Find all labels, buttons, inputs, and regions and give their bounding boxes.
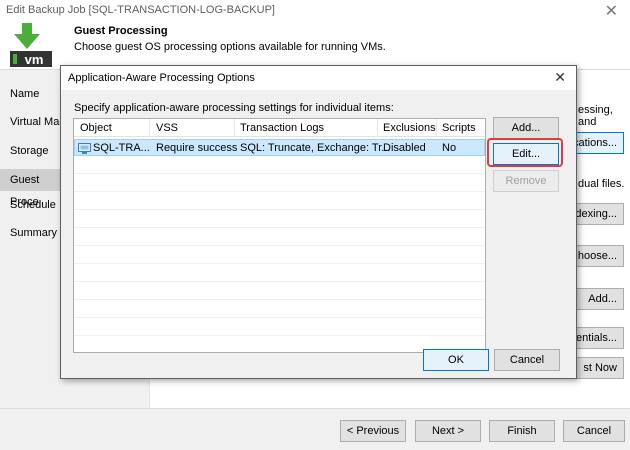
cancel-button[interactable]: Cancel <box>563 420 625 442</box>
cell-vss: Require success <box>156 142 238 154</box>
remove-button[interactable]: Remove <box>493 170 559 192</box>
column-separator <box>436 119 437 137</box>
previous-button[interactable]: < Previous <box>340 420 406 442</box>
column-header-vss[interactable]: VSS <box>156 122 178 134</box>
empty-row <box>74 193 485 210</box>
column-separator <box>377 119 378 137</box>
window-title: Edit Backup Job [SQL-TRANSACTION-LOG-BAC… <box>6 4 275 16</box>
empty-row <box>74 319 485 336</box>
page-title: Guest Processing <box>74 25 168 37</box>
add-button[interactable]: Add... <box>493 117 559 139</box>
empty-row <box>74 229 485 246</box>
ok-button[interactable]: OK <box>423 349 489 371</box>
bg-processing-text: essing, and <box>578 104 613 128</box>
list-header: Object VSS Transaction Logs Exclusions S… <box>74 119 485 137</box>
nav-item-summary[interactable]: Summary <box>10 227 57 239</box>
column-header-object[interactable]: Object <box>80 122 112 134</box>
items-list[interactable]: Object VSS Transaction Logs Exclusions S… <box>73 118 486 353</box>
empty-row <box>74 247 485 264</box>
nav-item-guest-processing[interactable]: Guest Proce <box>0 169 60 208</box>
table-row[interactable]: SQL-TRA... Require success SQL: Truncate… <box>74 139 485 156</box>
dialog-close-icon[interactable]: ✕ <box>554 69 566 86</box>
nav-item-virtual-machines[interactable]: Virtual Mac <box>10 116 65 128</box>
nav-item-storage[interactable]: Storage <box>10 145 49 157</box>
column-header-scripts[interactable]: Scripts <box>442 122 476 134</box>
column-header-exclusions[interactable]: Exclusions <box>383 122 436 134</box>
column-separator <box>149 119 150 137</box>
next-button[interactable]: Next > <box>415 420 481 442</box>
cell-transaction-logs: SQL: Truncate, Exchange: Tr... <box>240 142 391 154</box>
dialog-description: Specify application-aware processing set… <box>74 102 394 114</box>
cell-object: SQL-TRA... <box>93 142 150 154</box>
empty-row <box>74 301 485 318</box>
column-separator <box>234 119 235 137</box>
empty-row <box>74 175 485 192</box>
empty-row <box>74 265 485 282</box>
dialog-cancel-button[interactable]: Cancel <box>494 349 560 371</box>
dialog-titlebar: Application-Aware Processing Options ✕ <box>61 66 576 90</box>
column-header-transaction-logs[interactable]: Transaction Logs <box>240 122 324 134</box>
dialog-title: Application-Aware Processing Options <box>68 72 255 84</box>
finish-button[interactable]: Finish <box>489 420 555 442</box>
logo-text: vm <box>25 52 44 67</box>
edit-button-highlight <box>487 138 563 167</box>
bg-files-text: dual files. <box>578 178 625 190</box>
vm-download-icon: vm <box>10 23 52 67</box>
vm-icon <box>78 143 91 154</box>
page-subtitle: Choose guest OS processing options avail… <box>74 41 386 53</box>
empty-row <box>74 283 485 300</box>
app-aware-dialog: Application-Aware Processing Options ✕ S… <box>60 65 577 379</box>
cell-scripts: No <box>442 142 457 154</box>
wizard-footer: < Previous Next > Finish Cancel <box>0 408 630 450</box>
nav-item-schedule[interactable]: Schedule <box>10 199 56 211</box>
empty-row <box>74 157 485 174</box>
empty-row <box>74 211 485 228</box>
nav-item-name[interactable]: Name <box>10 88 39 100</box>
cell-exclusions: Disabled <box>383 142 426 154</box>
window-close-icon[interactable]: ✕ <box>605 1 618 21</box>
